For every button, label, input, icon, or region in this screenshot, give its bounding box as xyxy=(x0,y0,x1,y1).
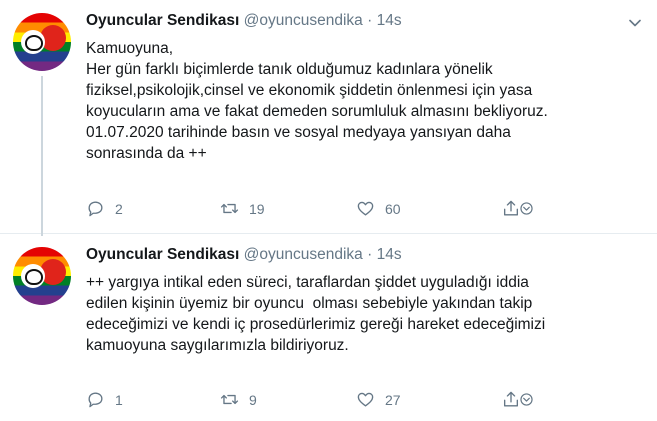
tweet-header: Oyuncular Sendikası @oyuncusendika · 14s xyxy=(86,12,402,30)
like-count: 60 xyxy=(385,200,401,217)
tweet-header: Oyuncular Sendikası @oyuncusendika · 14s xyxy=(86,246,402,264)
retweet-icon xyxy=(220,394,239,405)
tweet-line: Kamuoyuna, xyxy=(86,40,174,57)
timestamp[interactable]: 14s xyxy=(377,12,402,29)
tweet-line: Her gün farklı biçimlerde tanık olduğumu… xyxy=(86,61,493,78)
heart-icon xyxy=(357,201,374,216)
heart-icon xyxy=(357,392,374,407)
chevron-down-icon xyxy=(520,202,533,215)
author-name[interactable]: Oyuncular Sendikası xyxy=(86,12,239,29)
tweet-actions: 2 19 60 xyxy=(86,199,546,221)
tweet-text: ++ yargıya intikal eden süreci, taraflar… xyxy=(86,272,646,356)
tweet-text: Kamuoyuna, Her gün farklı biçimlerde tan… xyxy=(86,38,646,164)
retweet-button[interactable]: 9 xyxy=(220,390,257,409)
retweet-count: 19 xyxy=(249,200,265,217)
avatar[interactable] xyxy=(13,247,71,305)
tweet-line: edeceğimizi ve kendi iç prosedürlerimiz … xyxy=(86,316,546,333)
share-button[interactable] xyxy=(493,390,536,409)
tweet-line: sonrasında da ++ xyxy=(86,145,207,162)
retweet-icon xyxy=(220,203,239,214)
reply-button[interactable]: 2 xyxy=(86,199,123,218)
logo-face-icon xyxy=(25,35,43,51)
tweet-line: koyucuların ama ve fakat demeden sorumlu… xyxy=(86,103,548,120)
tweet-line: fiziksel,psikolojik,cinsel ve ekonomik ş… xyxy=(86,82,533,99)
retweet-count: 9 xyxy=(249,391,257,408)
reply-button[interactable]: 1 xyxy=(86,390,123,409)
tweet-line: ++ yargıya intikal eden süreci, taraflar… xyxy=(86,274,529,291)
tweet-actions: 1 9 27 xyxy=(86,390,546,412)
author-handle[interactable]: @oyuncusendika xyxy=(244,12,363,29)
reply-count: 2 xyxy=(115,200,123,217)
like-count: 27 xyxy=(385,391,401,408)
tweet[interactable]: Oyuncular Sendikası @oyuncusendika · 14s… xyxy=(0,0,657,236)
avatar[interactable] xyxy=(13,13,71,71)
tweet-line: kamuoyuna saygılarımızla bildiriyoruz. xyxy=(86,337,349,354)
like-button[interactable]: 27 xyxy=(356,390,401,409)
reply-icon xyxy=(88,392,103,408)
reply-count: 1 xyxy=(115,391,123,408)
timestamp[interactable]: 14s xyxy=(377,246,402,263)
thread-line xyxy=(41,76,43,236)
retweet-button[interactable]: 19 xyxy=(220,199,265,218)
logo-face-icon xyxy=(25,269,43,285)
tweet-line: edilen kişinin üyemiz bir oyuncu olması … xyxy=(86,295,533,312)
tweet[interactable]: Oyuncular Sendikası @oyuncusendika · 14s… xyxy=(0,234,657,421)
reply-icon xyxy=(88,201,103,217)
author-handle[interactable]: @oyuncusendika xyxy=(244,246,363,263)
author-name[interactable]: Oyuncular Sendikası xyxy=(86,246,239,263)
chevron-down-icon xyxy=(520,393,533,406)
like-button[interactable]: 60 xyxy=(356,199,401,218)
chevron-down-icon[interactable] xyxy=(627,15,643,31)
share-button[interactable] xyxy=(493,199,536,218)
separator: · xyxy=(367,12,373,29)
tweet-line: 01.07.2020 tarihinde basın ve sosyal med… xyxy=(86,124,511,141)
separator: · xyxy=(367,246,373,263)
